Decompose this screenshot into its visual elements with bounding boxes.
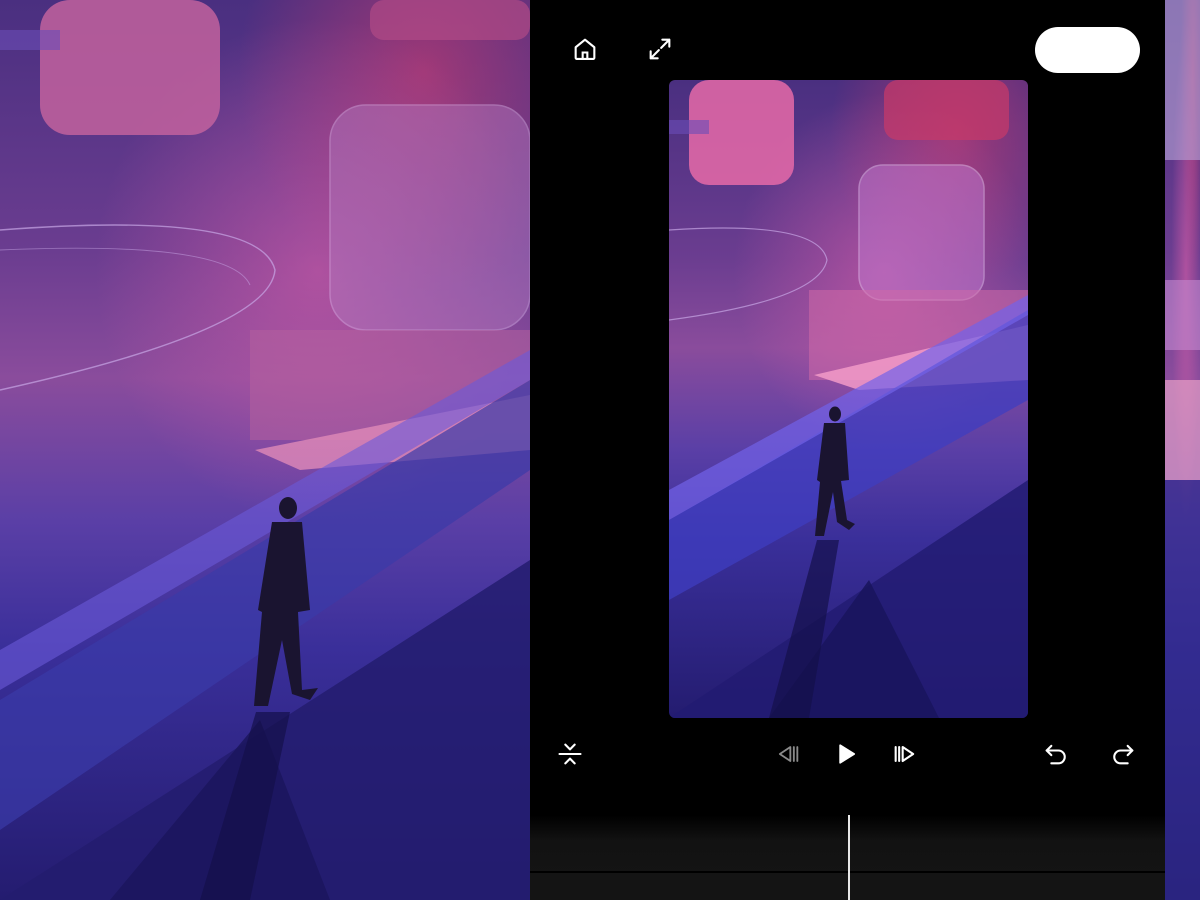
previous-frame-button[interactable]: [770, 736, 806, 772]
editor-panel: [530, 0, 1165, 900]
redo-icon: [1113, 744, 1134, 765]
home-icon: [574, 38, 596, 60]
background-illustration-right: [1165, 0, 1200, 900]
skip-back-icon: [778, 746, 799, 762]
timeline-playhead[interactable]: [848, 815, 850, 900]
skip-forward-icon: [894, 745, 915, 763]
play-icon: [839, 744, 856, 764]
video-preview: [669, 80, 1028, 718]
undo-button[interactable]: [1038, 736, 1074, 772]
play-button[interactable]: [828, 736, 864, 772]
expand-icon: [649, 38, 671, 60]
background-illustration-left: [0, 0, 530, 900]
split-vertical-icon: [558, 743, 582, 765]
undo-icon: [1045, 744, 1066, 765]
redo-button[interactable]: [1105, 736, 1141, 772]
timeline[interactable]: [530, 815, 1165, 900]
split-button[interactable]: [552, 736, 588, 772]
home-button[interactable]: [567, 31, 603, 67]
action-pill-button[interactable]: [1035, 27, 1140, 73]
fullscreen-button[interactable]: [642, 31, 678, 67]
next-frame-button[interactable]: [887, 736, 923, 772]
